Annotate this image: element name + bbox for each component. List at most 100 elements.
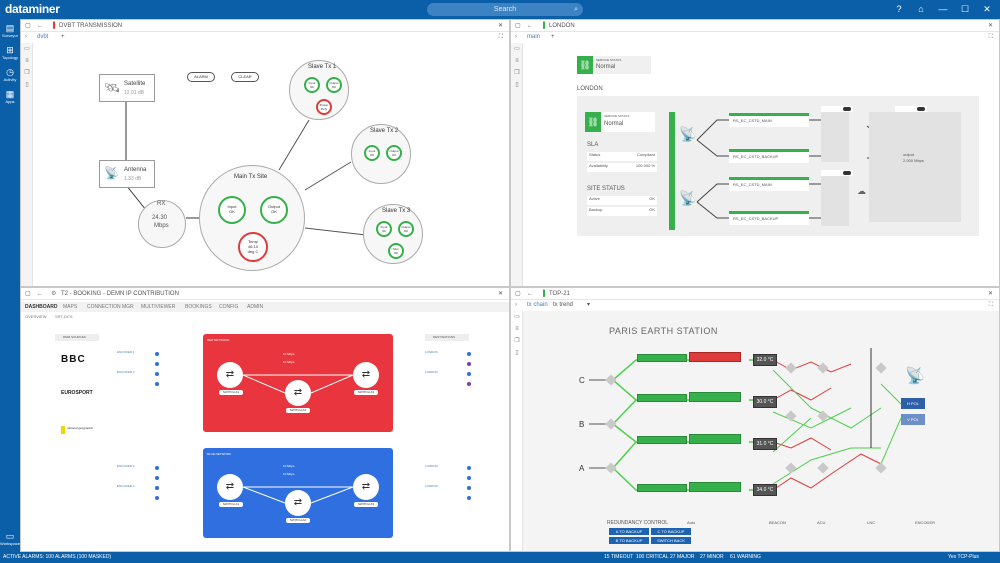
badge-critical[interactable]: 100 CRITICAL	[636, 552, 669, 563]
modulator-2[interactable]	[637, 394, 687, 402]
hpa-3[interactable]	[689, 434, 741, 444]
lnc-title: LNC	[867, 520, 876, 525]
blue-network[interactable]: BLUE NETWORK 10 Mbps 10 Mbps ⇄ ⇄ ⇄ SWITC…	[203, 448, 393, 538]
side-doc-icon[interactable]: ▭	[511, 43, 523, 55]
status-dot	[467, 372, 471, 376]
antenna-value: 1.33 dB	[124, 176, 142, 182]
close-button[interactable]: ✕	[976, 1, 998, 18]
badge-timeout[interactable]: 15 TIMEOUT	[604, 552, 633, 563]
main-output-status[interactable]: Output OK	[260, 196, 288, 224]
badge-major[interactable]: 27 MAJOR	[670, 552, 694, 563]
switch-back-button[interactable]: SWITCH BACK	[651, 537, 691, 544]
chain-bar	[729, 211, 809, 214]
expand-icon[interactable]: ⛶	[989, 32, 993, 43]
slave2-input[interactable]: Input OK	[364, 145, 380, 161]
active-alarms[interactable]: ACTIVE ALARMS: 100 ALARMS (100 MASKED)	[3, 552, 111, 563]
b-to-backup-button[interactable]: B TO BACKUP	[609, 537, 649, 544]
add-tab-icon[interactable]: +	[551, 32, 555, 43]
chevron-right-icon[interactable]: ›	[515, 32, 517, 43]
h-pol-box[interactable]: H POL	[901, 398, 925, 409]
service-status-top: ⛓ SERVICE STATUS Normal	[577, 56, 651, 74]
slave1-power[interactable]: Power Defy	[316, 99, 332, 115]
antenna-node[interactable]: 📡 Antenna 1.33 dB	[99, 160, 155, 188]
nav-workspace[interactable]: ▭ Workspace	[0, 531, 20, 546]
subtab-overview[interactable]: OVERVIEW	[25, 314, 47, 319]
slave1-output[interactable]: Output OK	[326, 77, 342, 93]
redundancy-mode[interactable]: Auto	[687, 520, 695, 525]
tab-main[interactable]: main	[527, 32, 540, 43]
modulator-1[interactable]	[637, 354, 687, 362]
badge-warning[interactable]: 61 WARNING	[730, 552, 761, 563]
chain-row-3[interactable]: RS_EC_CSTD_MAIN	[729, 177, 809, 191]
tab-bookings[interactable]: BOOKINGS	[185, 302, 212, 312]
slave-tx-1[interactable]: Slave Tx 1 Input OK Output OK Power Defy	[289, 60, 349, 120]
search-input[interactable]: Search ⌕	[427, 3, 583, 16]
home-button[interactable]: ⌂	[910, 1, 932, 18]
main-input-status[interactable]: Input OK	[218, 196, 246, 224]
source-natgeo[interactable]: national geographic	[61, 426, 101, 434]
window-icon[interactable]: ▢	[25, 288, 31, 300]
satellite-node[interactable]: 🛰 Satellite 12.01 dB	[99, 74, 155, 102]
nav-apps[interactable]: ▦ Apps	[0, 89, 20, 104]
encoder-group-2: ENCODER 3 ENCODER 4	[117, 464, 161, 516]
satellite-icon: 🛰	[104, 80, 121, 95]
close-icon[interactable]: ✕	[988, 20, 993, 32]
rx-node[interactable]: RX 24.30 Mbps	[138, 200, 186, 248]
tab-multiviewer[interactable]: MULTIVIEWER	[141, 302, 175, 312]
source-eurosport[interactable]: EUROSPORT	[61, 390, 101, 398]
chain-row-1[interactable]: RS_EC_CSTD_MAIN	[729, 113, 809, 127]
nav-surveyor[interactable]: ▤ Surveyor	[0, 23, 20, 38]
tab-config[interactable]: CONFIG	[219, 302, 238, 312]
service-value: Normal	[596, 64, 616, 70]
main-temp-status[interactable]: Temp 46.10 deg C	[238, 232, 268, 262]
minimize-button[interactable]: —	[932, 1, 954, 18]
destination-group-1: LONDON LONDON	[425, 350, 473, 402]
nav-activity[interactable]: ◷ Activity	[0, 67, 20, 82]
tab-dashboard[interactable]: DASHBOARD	[25, 302, 58, 312]
slave2-output[interactable]: Output OK	[386, 145, 402, 161]
status-dot	[155, 382, 159, 386]
side-copy-icon[interactable]: ❐	[511, 67, 523, 79]
back-icon[interactable]: ←	[37, 288, 43, 300]
tab-maps[interactable]: MAPS	[63, 302, 77, 312]
destination-label: LONDON	[425, 464, 438, 468]
hpa-1[interactable]	[689, 352, 741, 362]
slave3-mux[interactable]: Mux OK	[388, 243, 404, 259]
clear-button[interactable]: CLEAR	[231, 72, 259, 82]
slave3-output[interactable]: Output OK	[398, 221, 414, 237]
blue-network-links	[242, 486, 354, 504]
modulator-4[interactable]	[637, 484, 687, 492]
slave3-input[interactable]: Input OK	[376, 221, 392, 237]
side-page-icon[interactable]: ▯	[511, 79, 523, 91]
status-dot	[467, 382, 471, 386]
antenna-label: Antenna	[124, 167, 147, 173]
back-icon[interactable]: ←	[527, 20, 533, 32]
red-network[interactable]: RED NETWORK 10 Mbps 10 Mbps ⇄ ⇄ ⇄ SWITCH…	[203, 334, 393, 432]
slave1-input[interactable]: Input OK	[304, 77, 320, 93]
nav-topology[interactable]: ⊞ Topology	[0, 45, 20, 60]
help-button[interactable]: ?	[888, 1, 910, 18]
booking-subtabs: OVERVIEW SRT-DCS	[21, 314, 509, 322]
tab-connection-mgr[interactable]: CONNECTION MGR	[87, 302, 134, 312]
slave-tx-3[interactable]: Slave Tx 3 Input OK Output OK Mux OK	[363, 204, 423, 264]
badge-minor[interactable]: 27 MINOR	[700, 552, 724, 563]
main-tx-site[interactable]: Main Tx Site Input OK Output OK Temp 46.10 d…	[199, 165, 305, 271]
source-bbc[interactable]: BBC	[61, 354, 91, 366]
hpa-4[interactable]	[689, 482, 741, 492]
slave-tx-2[interactable]: Slave Tx 2 Input OK Output OK	[351, 124, 411, 184]
chain-row-2[interactable]: RS_EC_CSTD_BACKUP	[729, 149, 809, 163]
modulator-3[interactable]	[637, 436, 687, 444]
c-to-backup-button[interactable]: C TO BACKUP	[651, 528, 691, 535]
window-icon[interactable]: ▢	[515, 20, 521, 32]
status-dot	[467, 476, 471, 480]
side-list-icon[interactable]: ≡	[511, 55, 523, 67]
close-icon[interactable]: ✕	[498, 288, 503, 300]
v-pol-box[interactable]: V POL	[901, 414, 925, 425]
a-to-backup-button[interactable]: A TO BACKUP	[609, 528, 649, 535]
chain-row-4[interactable]: RS_EC_CSTD_BACKUP	[729, 211, 809, 225]
alarm-button[interactable]: ALARM	[187, 72, 215, 82]
maximize-button[interactable]: ☐	[954, 1, 976, 18]
subtab-srt[interactable]: SRT-DCS	[55, 314, 72, 319]
tab-admin[interactable]: ADMIN	[247, 302, 263, 312]
hpa-2[interactable]	[689, 392, 741, 402]
